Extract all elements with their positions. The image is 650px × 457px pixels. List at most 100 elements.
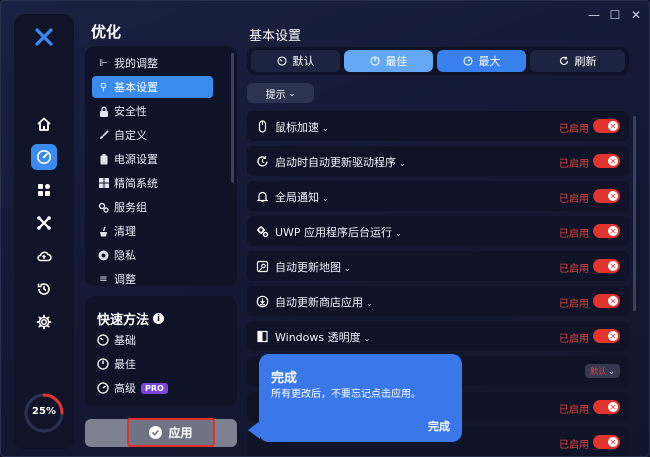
tools-cross-icon: [37, 216, 51, 230]
sidebar-item-power[interactable]: 电源设置: [92, 148, 213, 170]
hint-dropdown[interactable]: 提示 ⌄: [247, 83, 314, 103]
sidebar-item-label: 清理: [114, 225, 136, 238]
status-text: 已启用: [559, 440, 589, 451]
rail-cloud[interactable]: [31, 243, 57, 269]
setting-label: UWP 应用程序后台运行: [275, 226, 393, 239]
setting-row-auto-update-maps[interactable]: 自动更新地图 ⌄ 已启用 ✕: [247, 251, 629, 281]
rail-apps[interactable]: [31, 177, 57, 203]
close-button[interactable]: ✕: [627, 7, 645, 23]
status-text: 已启用: [559, 264, 589, 275]
status-text: 已启用: [559, 229, 589, 240]
setting-label: Windows 透明度: [275, 331, 361, 344]
sidebar-item-security[interactable]: 安全性: [92, 100, 213, 122]
setting-label: 鼠标加速: [275, 121, 319, 134]
x-logo-icon: [35, 28, 53, 46]
chevron-down-icon: ⌄: [344, 264, 351, 273]
setting-row-global-notifications[interactable]: 全局通知 ⌄ 已启用 ✕: [247, 181, 629, 211]
sidebar-item-cleanup[interactable]: 清理: [92, 220, 213, 242]
sidebar-item-my-tweaks[interactable]: ⊩ 我的调整: [92, 52, 213, 74]
setting-label-group: 全局通知 ⌄: [275, 189, 329, 205]
sidebar-item-label: 精简系统: [114, 177, 158, 190]
setting-row-auto-update-drivers[interactable]: 启动时自动更新驱动程序 ⌄ 已启用 ✕: [247, 146, 629, 176]
minimize-icon: —: [588, 8, 600, 22]
setting-toggle[interactable]: ✕: [593, 329, 620, 343]
close-icon: ✕: [609, 261, 617, 271]
popover-body: 所有更改后，不要忘记点击应用。: [271, 389, 421, 400]
close-icon: ✕: [609, 296, 617, 306]
quick-method-best[interactable]: 最佳: [97, 356, 136, 372]
sidebar-item-services[interactable]: 服务组: [92, 196, 213, 218]
tab-max[interactable]: 最大: [437, 50, 526, 72]
chevron-down-icon: ⌄: [399, 159, 406, 168]
setting-toggle[interactable]: ✕: [593, 435, 620, 449]
sidebar-item-label: 服务组: [114, 201, 147, 214]
setting-row-windows-transparency[interactable]: Windows 透明度 ⌄ 已启用 ✕: [247, 321, 629, 351]
setting-toggle[interactable]: ✕: [593, 294, 620, 308]
setting-label: 启动时自动更新驱动程序: [275, 156, 396, 169]
setting-row-uwp-background[interactable]: UWP 应用程序后台运行 ⌄ 已启用 ✕: [247, 216, 629, 246]
rail-tools[interactable]: [31, 210, 57, 236]
tab-refresh[interactable]: 刷新: [530, 50, 625, 72]
setting-toggle[interactable]: ✕: [593, 259, 620, 273]
info-icon[interactable]: i: [153, 313, 165, 324]
main-scrollbar[interactable]: [633, 116, 636, 311]
close-icon: ✕: [609, 402, 617, 412]
tab-default[interactable]: 默认: [251, 50, 340, 72]
status-text: 已启用: [559, 194, 589, 205]
status-text: 已启用: [559, 334, 589, 345]
preset-tabs: 默认 最佳 最大 刷新: [247, 47, 629, 75]
services-icon: [98, 202, 109, 213]
quick-method-advanced[interactable]: 高级 PRO: [97, 380, 168, 396]
sidebar-item-debloat[interactable]: 精简系统: [92, 172, 213, 194]
chevron-down-icon: ⌄: [322, 194, 329, 203]
speedometer-icon: [462, 56, 473, 66]
check-circle-icon: [149, 426, 163, 439]
rail-optimize[interactable]: [31, 144, 57, 170]
status-text: 已启用: [559, 159, 589, 170]
pro-badge: PRO: [141, 382, 168, 394]
speedometer-icon: [37, 150, 51, 164]
sidebar-scrollbar[interactable]: [231, 53, 234, 183]
sidebar-panel: ⊩ 我的调整 ⚲ 基本设置 安全性 自定义 电源设置 精简系统 服务组 清理 隐…: [85, 46, 237, 286]
setting-label-group: 启动时自动更新驱动程序 ⌄: [275, 154, 406, 170]
sidebar-item-label: 调整: [114, 273, 136, 286]
sidebar-item-label: 自定义: [114, 129, 147, 142]
lock-icon: [98, 106, 109, 117]
chevron-down-icon: ⌄: [363, 334, 371, 343]
popover-title: 完成: [271, 371, 298, 386]
icon-rail: 25%: [14, 14, 74, 449]
chevron-down-icon: ⌄: [322, 124, 329, 133]
setting-toggle[interactable]: ✕: [593, 119, 620, 133]
sidebar-item-label: 隐私: [114, 249, 136, 262]
setting-toggle[interactable]: ✕: [593, 224, 620, 238]
setting-toggle[interactable]: ✕: [593, 189, 620, 203]
bell-icon: [256, 191, 269, 203]
quick-method-label: 高级: [114, 382, 136, 395]
apply-button[interactable]: 应用: [127, 418, 215, 447]
maximize-button[interactable]: ☐: [606, 7, 624, 23]
close-icon: ✕: [630, 8, 642, 22]
popover-done-button[interactable]: 完成: [428, 418, 450, 434]
rail-home[interactable]: [31, 111, 57, 137]
setting-label-group: 鼠标加速 ⌄: [275, 119, 329, 135]
setting-label: 自动更新商店应用: [275, 296, 363, 309]
quick-method-basic[interactable]: 基础: [97, 332, 136, 348]
sidebar-item-customize[interactable]: 自定义: [92, 124, 213, 146]
speedometer-icon: [276, 56, 287, 66]
rail-history[interactable]: [31, 276, 57, 302]
tab-best[interactable]: 最佳: [344, 50, 433, 72]
setting-label: 自动更新地图: [275, 261, 341, 274]
setting-toggle[interactable]: ✕: [593, 400, 620, 414]
sidebar-item-privacy[interactable]: 隐私: [92, 244, 213, 266]
history-icon: [37, 283, 50, 295]
chevron-down-icon: ⌄: [395, 229, 402, 238]
setting-toggle[interactable]: ✕: [593, 154, 620, 168]
sidebar-item-adjust[interactable]: ≡ 调整: [92, 268, 213, 286]
sidebar-item-basic-settings[interactable]: ⚲ 基本设置: [92, 76, 213, 98]
quick-methods-title-text: 快速方法: [97, 313, 150, 328]
setting-row-mouse-acceleration[interactable]: 鼠标加速 ⌄ 已启用 ✕: [247, 111, 629, 141]
minimize-button[interactable]: —: [585, 7, 603, 23]
setting-row-auto-update-store-apps[interactable]: 自动更新商店应用 ⌄ 已启用 ✕: [247, 286, 629, 316]
rail-settings[interactable]: [31, 309, 57, 335]
setting-select[interactable]: 默认 ⌄: [585, 364, 620, 378]
